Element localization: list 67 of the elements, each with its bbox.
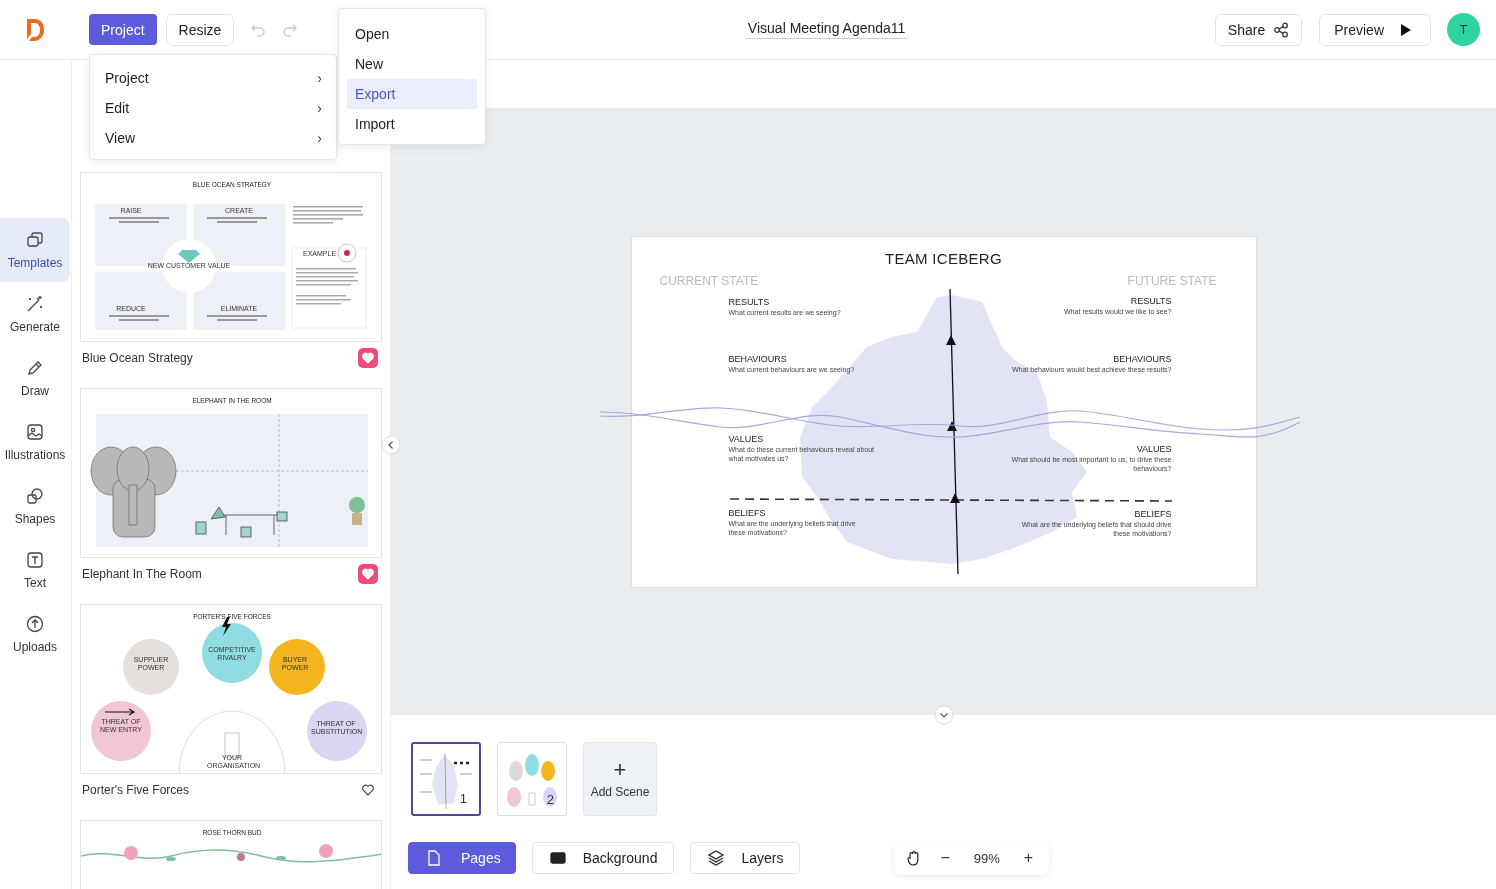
share-icon (1273, 21, 1290, 38)
menu-item[interactable]: New (347, 49, 477, 79)
collapse-icon[interactable] (381, 435, 401, 455)
project-menu-button[interactable]: Project (89, 14, 157, 45)
toolbar-tab[interactable]: Background (531, 842, 675, 874)
level-heading: RESULTS (728, 296, 771, 307)
scene-thumbnail[interactable]: 2 (497, 742, 567, 816)
template-name: Elephant In The Room (81, 567, 202, 581)
column-heading: CURRENT STATE (659, 273, 759, 288)
zoom-out-button[interactable]: − (936, 849, 954, 867)
menu-item[interactable]: Edit (105, 100, 130, 116)
heart-icon (362, 352, 374, 364)
template-name: Blue Ocean Strategy (81, 351, 193, 365)
illustrations-icon (25, 422, 45, 442)
templates-icon (25, 230, 45, 250)
level-heading: BEHAVIOURS (1112, 353, 1172, 364)
favorite-toggle[interactable] (358, 564, 378, 584)
sidebar-tab[interactable]: Illustrations (0, 410, 70, 474)
level-heading: VALUES (728, 433, 765, 444)
share-button[interactable]: Share (1214, 13, 1303, 46)
pages-icon (425, 849, 443, 867)
level-heading: BELIEFS (1133, 508, 1172, 519)
sidebar-tab[interactable]: Generate (0, 282, 70, 346)
submenu-arrow: › (317, 100, 322, 116)
heart-icon (362, 784, 374, 796)
heart-icon (362, 568, 374, 580)
sidebar-tab[interactable]: Shapes (0, 474, 70, 538)
uploads-icon (25, 614, 45, 634)
slide[interactable] (631, 236, 1256, 587)
toolbar-tab[interactable]: Pages (408, 842, 516, 874)
preview-button[interactable]: Preview (1319, 13, 1431, 46)
level-heading: BEHAVIOURS (728, 353, 788, 364)
menu-item[interactable]: Import (347, 109, 477, 139)
zoom-level: 99% (972, 850, 1001, 866)
user-avatar[interactable]: T (1447, 13, 1480, 46)
favorite-toggle[interactable] (358, 348, 378, 368)
document-title[interactable]: Visual Meeting Agenda11 (745, 20, 908, 39)
plant-drawing (349, 497, 365, 525)
level-heading: RESULTS (1129, 295, 1172, 306)
sidebar-tab[interactable]: Text (0, 538, 70, 602)
sidebar-tab[interactable]: Uploads (0, 602, 70, 666)
level-heading: BELIEFS (728, 507, 767, 518)
play-icon (1400, 23, 1412, 36)
menu-item[interactable]: Export (347, 79, 477, 109)
background-icon (548, 849, 567, 867)
sidebar-tab[interactable]: Templates (0, 218, 70, 282)
sidebar-tab[interactable]: Draw (0, 346, 70, 410)
add-scene-button[interactable]: + Add Scene (583, 742, 657, 816)
menu-item[interactable]: Open (347, 19, 477, 49)
menu-item[interactable]: Project (105, 70, 149, 86)
submenu-arrow: › (317, 70, 322, 86)
toolbar-tab[interactable]: Layers (690, 842, 801, 874)
zoom-in-button[interactable]: + (1019, 849, 1038, 867)
scene-thumbnail[interactable]: 1 (411, 742, 481, 816)
collapse-icon[interactable] (933, 705, 954, 725)
column-heading: FUTURE STATE (1127, 273, 1217, 288)
generate-icon (25, 294, 45, 314)
text-lines-drawing (293, 206, 363, 224)
resize-button[interactable]: Resize (165, 13, 235, 46)
layers-icon (707, 849, 726, 867)
text-icon (25, 550, 45, 570)
slide-title: TEAM ICEBERG (884, 249, 1003, 267)
level-heading: VALUES (1135, 443, 1172, 454)
submenu-arrow: › (317, 130, 322, 146)
template-name: Porter's Five Forces (81, 783, 189, 797)
shapes-icon (25, 486, 45, 506)
menu-item[interactable]: View (105, 130, 136, 146)
